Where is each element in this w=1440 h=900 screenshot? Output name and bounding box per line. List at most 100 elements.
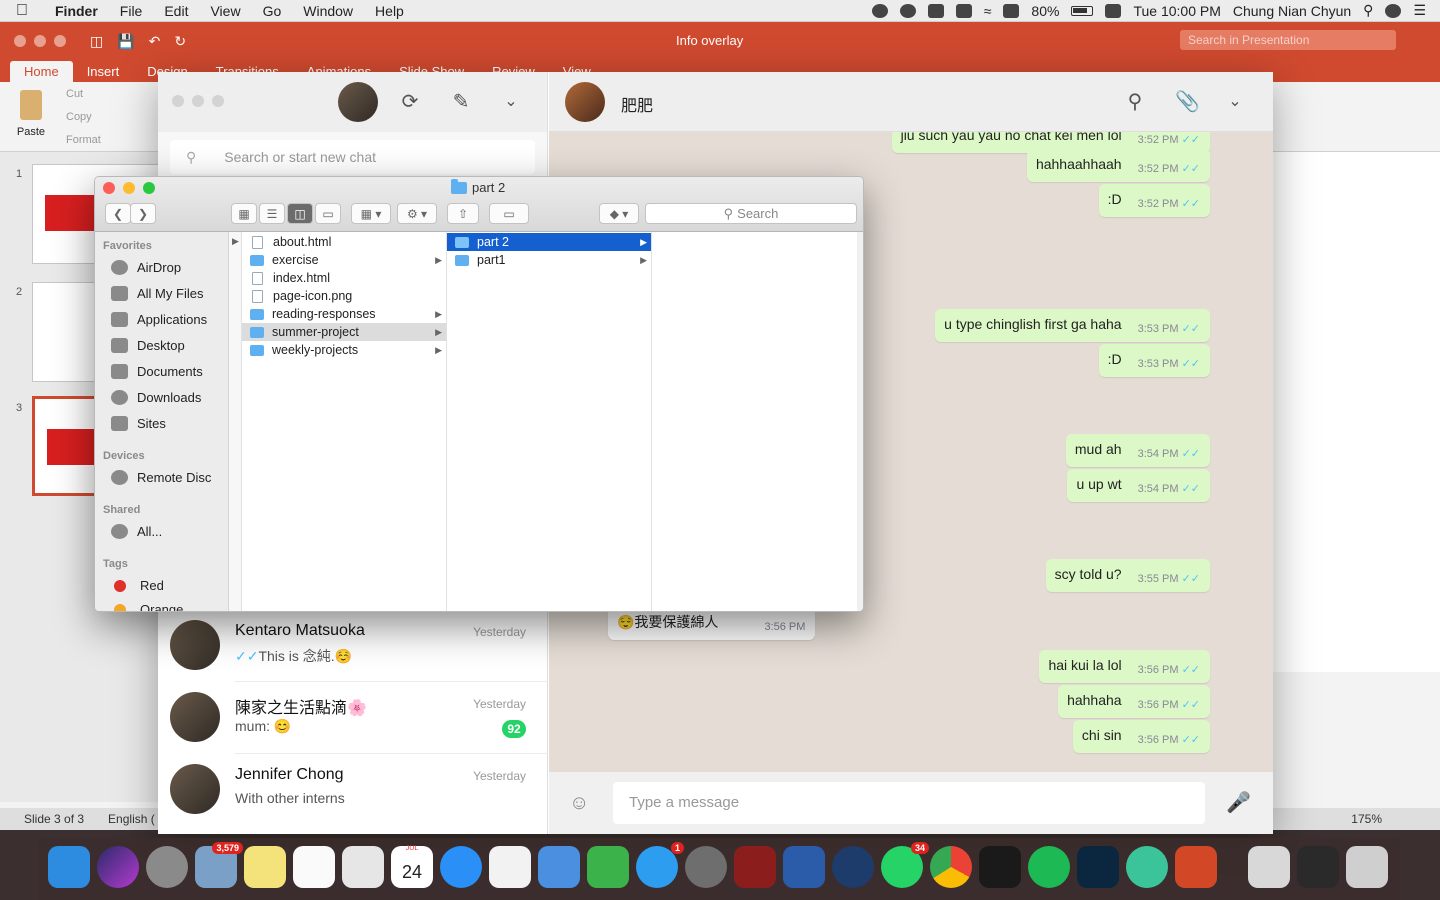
cover-flow-button[interactable]: ▭ — [315, 203, 341, 224]
notification-icon[interactable] — [955, 3, 972, 18]
acrobat-icon[interactable] — [734, 846, 776, 888]
ppt-minimize-button[interactable] — [34, 35, 46, 47]
redo-icon[interactable]: ↻ — [174, 33, 186, 50]
column-view-button[interactable]: ◫ — [287, 203, 313, 224]
sidebar-item-airdrop[interactable]: AirDrop — [111, 260, 181, 275]
message-bubble[interactable]: hahhaha 3:56 PM ✓✓ — [1058, 685, 1210, 718]
message-bubble[interactable]: u type chinglish first ga haha 3:53 PM ✓✓ — [935, 309, 1210, 342]
ppt-search-input[interactable]: Search in Presentation — [1180, 30, 1396, 50]
attach-icon[interactable]: 📎 — [1175, 92, 1200, 112]
dropbox-icon[interactable] — [927, 3, 944, 18]
menu-go[interactable]: Go — [252, 3, 293, 19]
chat-list-item[interactable]: Jennifer Chong Yesterday With other inte… — [158, 754, 548, 826]
finder-close-button[interactable] — [103, 182, 115, 194]
message-bubble[interactable]: mud ah 3:54 PM ✓✓ — [1065, 434, 1210, 467]
chat-list-item[interactable]: Kentaro Matsuoka Yesterday ✓✓This is 念純.… — [158, 610, 548, 682]
sidebar-item-all-my-files[interactable]: All My Files — [111, 286, 203, 301]
sidebar-toggle-icon[interactable]: ◫ — [90, 33, 103, 50]
message-bubble[interactable]: :D 3:52 PM ✓✓ — [1098, 184, 1210, 217]
forward-button[interactable]: ❯ — [130, 203, 156, 224]
finder-search-input[interactable]: ⚲ Search — [645, 203, 857, 224]
message-input[interactable]: Type a message — [613, 782, 1205, 824]
finder-column-2[interactable]: part 2 ▶ part1 ▶ — [447, 232, 652, 611]
creative-cloud-icon[interactable] — [871, 3, 888, 18]
save-icon[interactable]: 💾 — [117, 33, 134, 50]
sidebar-item-sites[interactable]: Sites — [111, 416, 166, 431]
folder-row[interactable]: exercise ▶ — [242, 251, 446, 269]
chat-search-input[interactable]: ⚲ Search or start new chat — [170, 140, 535, 174]
finder-scrollbar[interactable] — [857, 232, 863, 611]
battery-icon[interactable] — [1071, 5, 1094, 16]
zoom-level[interactable]: 175% — [1351, 812, 1382, 826]
folder-row-selected[interactable]: part 2 ▶ — [447, 233, 651, 251]
file-row[interactable]: about.html — [242, 233, 446, 251]
wa-close-button[interactable] — [172, 95, 184, 107]
finder-parent-column[interactable]: ▶ — [229, 232, 242, 611]
status-icon[interactable]: ⟳ — [400, 92, 420, 112]
preview-icon[interactable] — [342, 846, 384, 888]
sidebar-item-tag-orange[interactable]: Orange — [111, 602, 183, 611]
message-bubble[interactable]: u up wt 3:54 PM ✓✓ — [1067, 469, 1210, 502]
numbers-icon[interactable] — [587, 846, 629, 888]
calendar-icon[interactable]: JUL 24 — [391, 845, 433, 888]
sidebar-item-tag-red[interactable]: Red — [111, 578, 164, 593]
sidebar-item-desktop[interactable]: Desktop — [111, 338, 185, 353]
sidebar-item-shared-all[interactable]: All... — [111, 524, 162, 539]
reminders-icon[interactable] — [293, 846, 335, 888]
file-row[interactable]: page-icon.png — [242, 287, 446, 305]
siri-icon[interactable] — [97, 846, 139, 888]
ppt-zoom-button[interactable] — [54, 35, 66, 47]
sidebar-item-applications[interactable]: Applications — [111, 312, 207, 327]
menu-file[interactable]: File — [109, 3, 154, 19]
finder-zoom-button[interactable] — [143, 182, 155, 194]
paste-button[interactable]: Paste — [14, 90, 48, 138]
apple-menu-icon[interactable]:  — [0, 2, 44, 20]
menu-window[interactable]: Window — [292, 3, 364, 19]
pages-icon[interactable] — [489, 846, 531, 888]
message-bubble[interactable]: scy told u? 3:55 PM ✓✓ — [1045, 559, 1210, 592]
folder-row-selected[interactable]: summer-project ▶ — [242, 323, 446, 341]
chevron-down-icon[interactable]: ⌄ — [501, 92, 521, 112]
finder-icon[interactable] — [48, 846, 90, 888]
photoshop-icon[interactable] — [1077, 846, 1119, 888]
menu-app-finder[interactable]: Finder — [44, 3, 109, 19]
wa-zoom-button[interactable] — [212, 95, 224, 107]
terminal-icon[interactable] — [979, 846, 1021, 888]
wa-minimize-button[interactable] — [192, 95, 204, 107]
chat-list-item[interactable]: 陳家之生活點滴🌸 Yesterday mum: 😊 92 — [158, 682, 548, 754]
system-preferences-icon[interactable] — [685, 846, 727, 888]
notes-icon[interactable] — [244, 846, 286, 888]
keynote-icon[interactable] — [538, 846, 580, 888]
action-gear-icon[interactable]: ⚙ ▾ — [397, 203, 437, 224]
message-bubble[interactable]: hai kui la lol 3:56 PM ✓✓ — [1039, 650, 1210, 683]
word-icon[interactable] — [783, 846, 825, 888]
trash-icon[interactable] — [1346, 846, 1388, 888]
message-bubble[interactable]: hahhaahhaah 3:52 PM ✓✓ — [1026, 149, 1210, 182]
language-indicator[interactable]: English ( — [108, 812, 155, 826]
menu-user[interactable]: Chung Nian Chyun — [1233, 3, 1351, 19]
share-icon[interactable]: ⇧ — [447, 203, 479, 224]
spotlight-icon[interactable]: ⚲ — [1363, 2, 1373, 19]
menu-clock[interactable]: Tue 10:00 PM — [1133, 3, 1220, 19]
arrange-button[interactable]: ▦ ▾ — [351, 203, 391, 224]
finder-column-1[interactable]: about.html exercise ▶ index.html page-ico… — [242, 232, 447, 611]
dropbox-menu-icon[interactable]: ◆ ▾ — [599, 203, 639, 224]
copy-button[interactable]: Copy — [66, 111, 92, 123]
undo-icon[interactable]: ↶ — [149, 33, 161, 50]
profile-avatar[interactable] — [338, 82, 378, 122]
sidebar-item-documents[interactable]: Documents — [111, 364, 203, 379]
app-store-icon[interactable]: 1 — [636, 842, 684, 888]
sidebar-item-downloads[interactable]: Downloads — [111, 390, 201, 405]
safari-icon[interactable] — [440, 846, 482, 888]
folder-row[interactable]: part1 ▶ — [447, 251, 651, 269]
airplay-icon[interactable] — [1003, 3, 1020, 18]
finder-column-3[interactable] — [652, 232, 857, 611]
message-bubble[interactable]: chi sin 3:56 PM ✓✓ — [1072, 720, 1210, 753]
tag-icon[interactable]: ▭ — [489, 203, 529, 224]
emoji-icon[interactable]: ☺ — [569, 792, 589, 815]
microphone-icon[interactable]: 🎤 — [1226, 790, 1251, 815]
wifi-icon[interactable]: ≈ — [984, 3, 992, 19]
spotify-icon[interactable] — [1028, 846, 1070, 888]
siri-icon[interactable] — [1385, 3, 1402, 18]
slide-canvas[interactable] — [1272, 152, 1440, 672]
